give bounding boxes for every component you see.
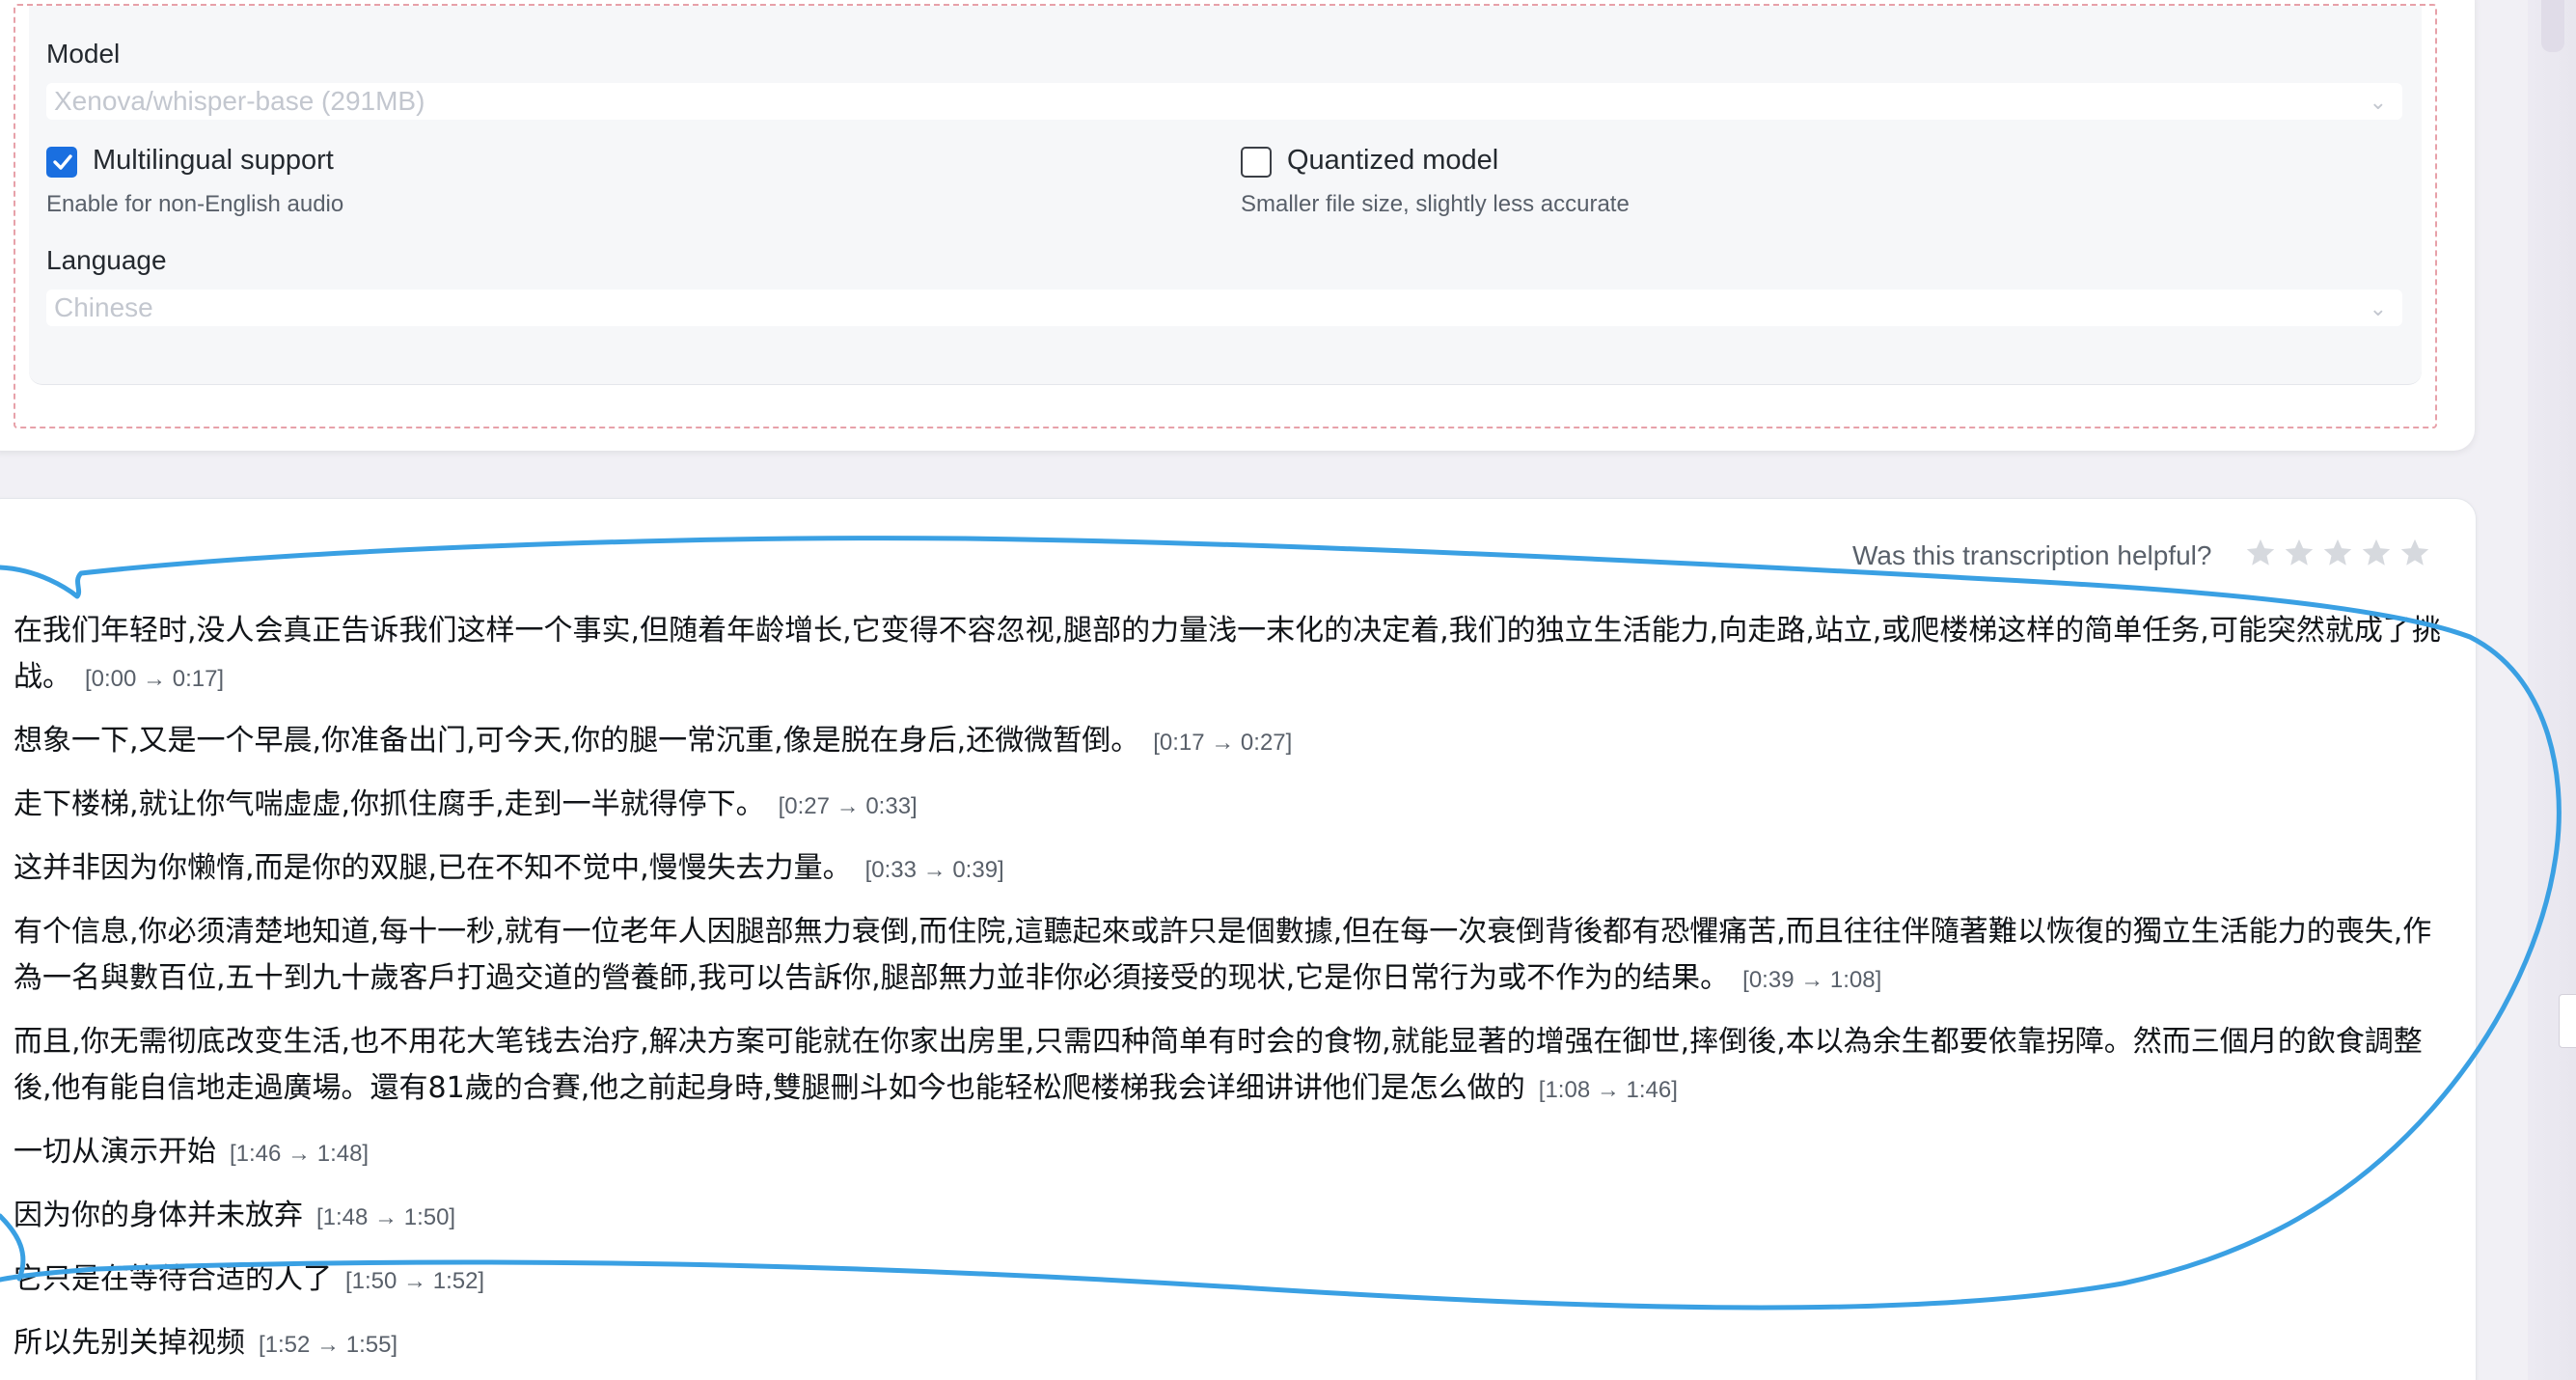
- segment-timestamp: [0:00 → 0:17]: [85, 666, 225, 692]
- segment-timestamp: [1:50 → 1:52]: [345, 1268, 485, 1294]
- browser-side-strip: [2528, 0, 2576, 1380]
- star-icon[interactable]: [2360, 537, 2393, 569]
- segment-text: 因为你的身体并未放弃: [14, 1199, 303, 1232]
- segment-text: 它只是在等待合适的人了: [14, 1262, 332, 1296]
- transcript-segment: 走下楼梯,就让你气喘虚虚,你抓住腐手,走到一半就得停下。 [0:27 → 0:33…: [14, 782, 2445, 830]
- chevron-down-icon: ⌄: [2369, 296, 2387, 320]
- model-select-value: Xenova/whisper-base (291MB): [54, 86, 425, 116]
- transcript-segment: 在我们年轻时,没人会真正告诉我们这样一个事实,但随着年龄增长,它变得不容忽视,腿…: [14, 608, 2445, 703]
- segment-timestamp: [0:27 → 0:33]: [778, 793, 918, 819]
- side-tab[interactable]: [2541, 0, 2564, 52]
- segment-text: 在我们年轻时,没人会真正告诉我们这样一个事实,但随着年龄增长,它变得不容忽视,腿…: [14, 614, 2441, 694]
- side-handle[interactable]: [2559, 994, 2576, 1048]
- transcript-segments: 在我们年轻时,没人会真正告诉我们这样一个事实,但随着年龄增长,它变得不容忽视,腿…: [14, 608, 2445, 1380]
- star-icon[interactable]: [2321, 537, 2354, 569]
- segment-text: 走下楼梯,就让你气喘虚虚,你抓住腐手,走到一半就得停下。: [14, 787, 765, 821]
- segment-timestamp: [0:17 → 0:27]: [1153, 730, 1293, 756]
- advanced-settings-panel: [29, 6, 2422, 385]
- star-icon[interactable]: [2283, 537, 2316, 569]
- segment-text: 有个信息,你必须清楚地知道,每十一秒,就有一位老年人因腿部無力衰倒,而住院,這聽…: [14, 915, 2432, 995]
- multilingual-checkbox[interactable]: [46, 147, 77, 178]
- language-select[interactable]: Chinese ⌄: [46, 290, 2402, 326]
- model-label: Model: [46, 39, 121, 69]
- segment-timestamp: [1:46 → 1:48]: [230, 1141, 370, 1167]
- checkmark-icon: [53, 154, 72, 170]
- transcriber-page: Model Xenova/whisper-base (291MB) ⌄ Mult…: [0, 0, 2576, 1380]
- multilingual-label[interactable]: Multilingual support: [93, 145, 334, 177]
- segment-text: 一切从演示开始: [14, 1135, 216, 1169]
- quantized-help-text: Smaller file size, slightly less accurat…: [1241, 191, 1630, 217]
- segment-timestamp: [0:33 → 0:39]: [864, 857, 1004, 883]
- transcript-segment: 这并非因为你懒惰,而是你的双腿,已在不知不觉中,慢慢失去力量。 [0:33 → 0…: [14, 845, 2445, 894]
- transcript-segment: 想象一下,又是一个早晨,你准备出门,可今天,你的腿一常沉重,像是脱在身后,还微微…: [14, 718, 2445, 766]
- segment-timestamp: [1:52 → 1:55]: [259, 1332, 398, 1358]
- transcript-segment: 因为你的身体并未放弃 [1:48 → 1:50]: [14, 1193, 2445, 1241]
- transcript-segment: 一切从演示开始 [1:46 → 1:48]: [14, 1129, 2445, 1177]
- multilingual-help-text: Enable for non-English audio: [46, 191, 344, 217]
- settings-card: [0, 0, 2475, 451]
- language-select-value: Chinese: [54, 292, 153, 322]
- segment-timestamp: [1:48 → 1:50]: [316, 1204, 456, 1230]
- model-select[interactable]: Xenova/whisper-base (291MB) ⌄: [46, 83, 2402, 120]
- quantized-label[interactable]: Quantized model: [1287, 145, 1498, 177]
- transcript-segment: 它只是在等待合适的人了 [1:50 → 1:52]: [14, 1256, 2445, 1305]
- quantized-checkbox[interactable]: [1241, 147, 1272, 178]
- star-rating[interactable]: [2244, 537, 2431, 569]
- segment-timestamp: [1:08 → 1:46]: [1538, 1077, 1678, 1103]
- segment-timestamp: [0:39 → 1:08]: [1742, 967, 1882, 993]
- segment-text: 这并非因为你懒惰,而是你的双腿,已在不知不觉中,慢慢失去力量。: [14, 851, 852, 885]
- transcript-segment: 所以先别关掉视频 [1:52 → 1:55]: [14, 1320, 2445, 1368]
- transcript-segment: 而且,你无需彻底改变生活,也不用花大笔钱去治疗,解决方案可能就在你家出房里,只需…: [14, 1019, 2445, 1114]
- language-label: Language: [46, 245, 167, 275]
- star-icon[interactable]: [2244, 537, 2277, 569]
- feedback-question: Was this transcription helpful?: [1852, 540, 2212, 570]
- segment-text: 所以先别关掉视频: [14, 1326, 245, 1360]
- star-icon[interactable]: [2398, 537, 2431, 569]
- chevron-down-icon: ⌄: [2369, 90, 2387, 114]
- settings-section: [14, 4, 2437, 428]
- segment-text: 而且,你无需彻底改变生活,也不用花大笔钱去治疗,解决方案可能就在你家出房里,只需…: [14, 1025, 2423, 1105]
- segment-text: 想象一下,又是一个早晨,你准备出门,可今天,你的腿一常沉重,像是脱在身后,还微微…: [14, 724, 1140, 758]
- transcript-segment: 有个信息,你必须清楚地知道,每十一秒,就有一位老年人因腿部無力衰倒,而住院,這聽…: [14, 909, 2445, 1004]
